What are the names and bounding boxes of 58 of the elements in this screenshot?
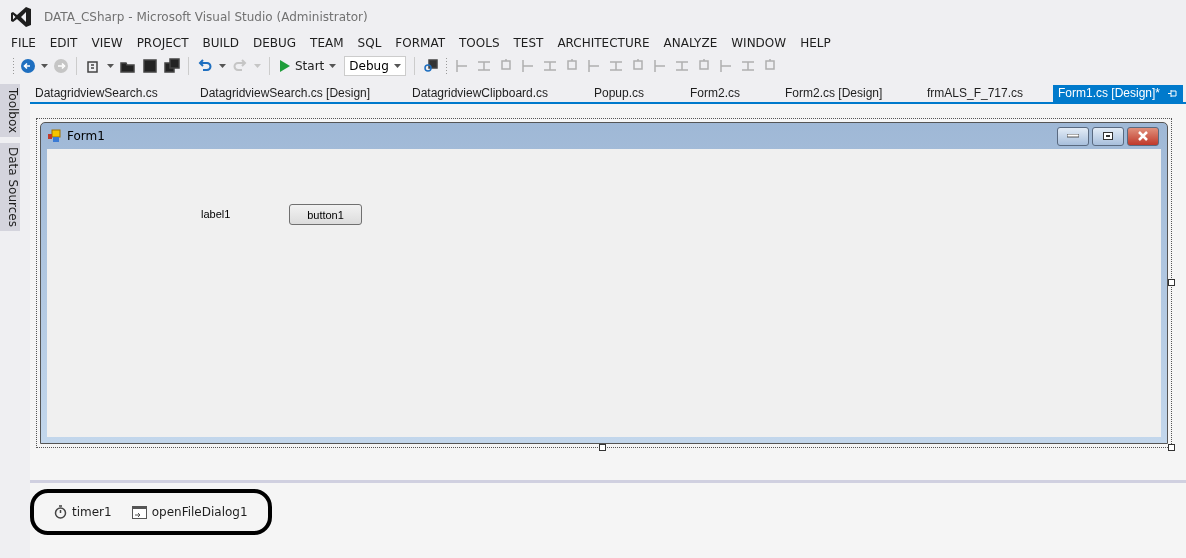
- document-tab[interactable]: frmALS_F_717.cs: [922, 85, 1053, 102]
- menu-item[interactable]: PROJECT: [129, 36, 196, 50]
- minimize-button[interactable]: [1057, 126, 1089, 146]
- menu-item[interactable]: WINDOW: [724, 36, 794, 50]
- minimize-icon: [1067, 134, 1079, 138]
- form-title: Form1: [67, 129, 105, 143]
- resize-handle[interactable]: [1168, 279, 1175, 286]
- form-label: label1: [201, 208, 231, 220]
- caret-icon: [329, 64, 337, 68]
- caret-icon[interactable]: [219, 64, 226, 68]
- form-button[interactable]: button1: [289, 204, 362, 225]
- start-button[interactable]: Start: [278, 59, 339, 73]
- document-tab[interactable]: DatagridviewSearch.cs: [30, 85, 195, 102]
- menu-item[interactable]: TEST: [506, 36, 551, 50]
- back-icon[interactable]: [21, 59, 35, 73]
- close-button[interactable]: [1127, 126, 1159, 146]
- component-label[interactable]: openFileDialog1: [151, 505, 248, 519]
- menu-item[interactable]: VIEW: [84, 36, 130, 50]
- document-tab[interactable]: Form1.cs [Design]*: [1053, 85, 1184, 102]
- caret-icon[interactable]: [107, 64, 114, 68]
- side-tab[interactable]: Toolbox: [0, 84, 20, 137]
- caret-icon: [394, 64, 402, 68]
- menu-item[interactable]: TOOLS: [452, 36, 507, 50]
- close-icon: [1137, 131, 1149, 141]
- dialog-icon[interactable]: [131, 505, 147, 519]
- save-icon[interactable]: [142, 58, 158, 74]
- menu-item[interactable]: HELP: [793, 36, 838, 50]
- app-logo: [10, 6, 32, 28]
- document-tab[interactable]: DatagridviewClipboard.cs: [407, 85, 589, 102]
- form-icon: [47, 129, 61, 143]
- window-title: DATA_CSharp - Microsoft Visual Studio (Administrator): [44, 10, 368, 24]
- stopwatch-icon[interactable]: [54, 505, 67, 519]
- document-tab[interactable]: Form2.cs: [685, 85, 780, 102]
- document-tab[interactable]: DatagridviewSearch.cs [Design]: [195, 85, 407, 102]
- play-icon: [280, 60, 290, 72]
- configuration-dropdown[interactable]: Debug: [344, 56, 407, 76]
- menu-item[interactable]: EDIT: [42, 36, 85, 50]
- resize-handle[interactable]: [599, 444, 606, 451]
- menu-item[interactable]: SQL: [350, 36, 389, 50]
- pin-icon[interactable]: [1168, 88, 1178, 98]
- menu-item[interactable]: TEAM: [303, 36, 351, 50]
- menu-item[interactable]: ARCHITECTURE: [550, 36, 657, 50]
- component-label[interactable]: timer1: [72, 505, 112, 519]
- side-tab[interactable]: Data Sources: [0, 143, 20, 231]
- undo-icon[interactable]: [197, 58, 213, 74]
- maximize-button[interactable]: [1092, 126, 1124, 146]
- menu-item[interactable]: BUILD: [195, 36, 246, 50]
- caret-icon[interactable]: [41, 64, 48, 68]
- new-project-icon[interactable]: [85, 58, 101, 74]
- menu-item[interactable]: DEBUG: [245, 36, 304, 50]
- menu-item[interactable]: ANALYZE: [656, 36, 725, 50]
- menu-item[interactable]: FORMAT: [388, 36, 452, 50]
- save-all-icon[interactable]: [164, 58, 180, 74]
- menu-item[interactable]: FILE: [4, 36, 43, 50]
- document-tab[interactable]: Form2.cs [Design]: [780, 85, 922, 102]
- resize-handle[interactable]: [1168, 444, 1175, 451]
- document-tab[interactable]: Popup.cs: [589, 85, 685, 102]
- maximize-icon: [1103, 132, 1113, 140]
